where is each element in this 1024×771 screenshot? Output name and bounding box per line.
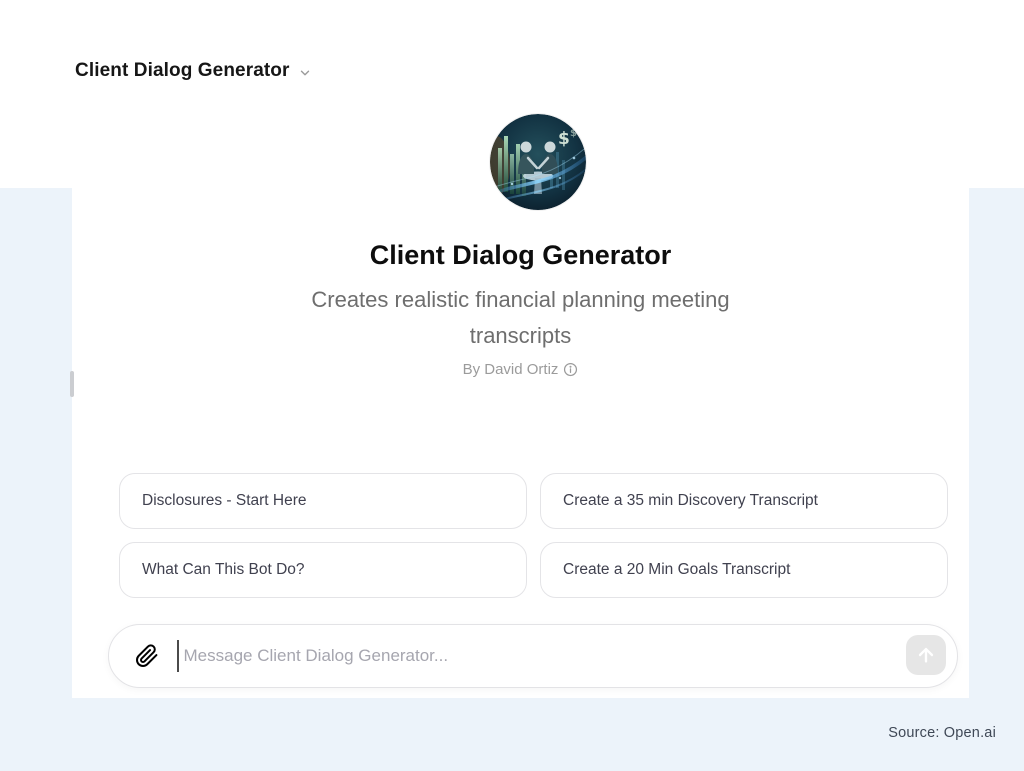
- starter-card-goals-transcript[interactable]: Create a 20 Min Goals Transcript: [540, 542, 948, 598]
- svg-text:$: $: [558, 129, 570, 149]
- starter-card-label: Create a 35 min Discovery Transcript: [563, 492, 818, 510]
- paperclip-icon[interactable]: [135, 644, 159, 668]
- gpt-description: Creates realistic financial planning mee…: [268, 282, 773, 354]
- send-button[interactable]: [906, 635, 946, 675]
- financial-meeting-avatar-graphic: $ $: [490, 114, 586, 210]
- page-title: Client Dialog Generator: [72, 240, 969, 271]
- starter-card-disclosures[interactable]: Disclosures - Start Here: [119, 473, 527, 529]
- starter-card-label: What Can This Bot Do?: [142, 561, 305, 579]
- starter-card-discovery-transcript[interactable]: Create a 35 min Discovery Transcript: [540, 473, 948, 529]
- author-byline[interactable]: By David Ortiz: [72, 361, 969, 378]
- conversation-starters: Disclosures - Start Here Create a 35 min…: [119, 473, 948, 598]
- info-circle-icon: [563, 362, 578, 377]
- source-attribution: Source: Open.ai: [888, 725, 996, 741]
- starter-card-what-can-bot-do[interactable]: What Can This Bot Do?: [119, 542, 527, 598]
- chevron-down-icon: [298, 66, 312, 80]
- gpt-avatar: $ $: [490, 114, 586, 210]
- starter-card-label: Disclosures - Start Here: [142, 492, 307, 510]
- gpt-switcher-title: Client Dialog Generator: [75, 60, 290, 82]
- message-input[interactable]: [179, 636, 958, 676]
- gpt-switcher[interactable]: Client Dialog Generator: [75, 60, 312, 82]
- message-composer[interactable]: [108, 624, 958, 688]
- starter-card-label: Create a 20 Min Goals Transcript: [563, 561, 790, 579]
- arrow-up-icon: [915, 644, 937, 666]
- author-byline-text: By David Ortiz: [463, 361, 559, 378]
